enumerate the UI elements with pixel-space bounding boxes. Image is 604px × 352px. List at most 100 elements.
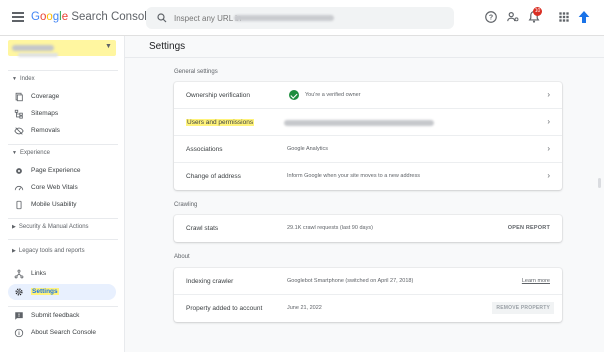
info-icon <box>14 328 24 338</box>
row-value: Inform Google when your site moves to a … <box>287 173 420 179</box>
sidebar: ▼ ▼ Index Coverage Sitemaps Removals ▼ Exp… <box>0 36 125 352</box>
row-value: You're a verified owner <box>305 92 361 98</box>
settings-row-associations[interactable]: Associations Google Analytics › <box>174 136 562 163</box>
settings-row-ownership[interactable]: Ownership verification You're a verified… <box>174 82 562 109</box>
section-label: Experience <box>19 150 50 156</box>
sitemap-icon <box>14 109 23 119</box>
divider <box>8 306 118 307</box>
speed-gauge-icon <box>14 185 24 191</box>
dropdown-arrow-icon: ▼ <box>105 43 112 50</box>
scrollbar-thumb[interactable] <box>598 178 601 188</box>
chevron-down-icon: ▼ <box>12 150 17 156</box>
sidebar-item-removals[interactable]: Removals <box>8 123 116 139</box>
smartphone-icon <box>16 200 22 210</box>
divider <box>8 70 118 71</box>
manage-accounts-icon[interactable] <box>506 10 520 24</box>
open-report-button[interactable]: OPEN REPORT <box>508 225 550 231</box>
sidebar-item-coverage[interactable]: Coverage <box>8 89 116 105</box>
removals-icon <box>14 127 24 135</box>
sidebar-item-links[interactable]: Links <box>8 266 116 282</box>
row-label: Crawl stats <box>186 225 219 232</box>
chevron-right-icon: › <box>547 144 550 153</box>
row-label: Users and permissions <box>186 119 255 126</box>
page-title: Settings <box>149 41 186 52</box>
row-value: Google Analytics <box>287 146 328 152</box>
row-value: June 21, 2022 <box>287 305 322 311</box>
menu-icon[interactable] <box>12 12 24 22</box>
sidebar-item-about[interactable]: About Search Console <box>8 325 116 341</box>
feedback-icon <box>15 312 23 320</box>
chevron-right-icon: › <box>547 117 550 126</box>
help-icon[interactable]: ? <box>484 10 498 24</box>
sidebar-item-label: Sitemaps <box>31 110 59 117</box>
sidebar-item-label: Links <box>31 270 47 277</box>
section-security-manual-actions[interactable]: ▶ Security & Manual Actions <box>12 224 89 230</box>
logo-letter: G <box>31 11 40 23</box>
sidebar-item-settings[interactable]: Settings <box>8 284 116 300</box>
sidebar-item-label: Core Web Vitals <box>31 184 78 191</box>
crawling-card: Crawl stats 29.1K crawl requests (last 9… <box>174 215 562 242</box>
top-app-bar: Google Search Console ? 10 <box>0 0 604 36</box>
remove-property-button[interactable]: REMOVE PROPERTY <box>492 302 554 314</box>
divider <box>125 57 604 58</box>
verified-check-icon <box>289 90 299 100</box>
sidebar-item-label: About Search Console <box>31 329 97 336</box>
chevron-right-icon: ▶ <box>12 224 16 230</box>
row-label: Property added to account <box>186 305 263 312</box>
coverage-icon <box>15 92 23 102</box>
row-label: Change of address <box>186 173 241 180</box>
chevron-right-icon: ▶ <box>12 248 16 254</box>
sidebar-item-sitemaps[interactable]: Sitemaps <box>8 106 116 122</box>
product-name: Search Console <box>71 11 154 23</box>
row-label: Associations <box>186 146 223 153</box>
links-icon <box>14 269 24 279</box>
logo-letter: e <box>61 11 69 23</box>
section-label: Security & Manual Actions <box>18 224 89 230</box>
divider <box>8 218 118 219</box>
sidebar-item-label: Mobile Usability <box>31 201 77 208</box>
row-label: Indexing crawler <box>186 278 234 285</box>
row-value: 29.1K crawl requests (last 90 days) <box>287 225 373 231</box>
sidebar-item-submit-feedback[interactable]: Submit feedback <box>8 308 116 324</box>
sidebar-item-core-web-vitals[interactable]: Core Web Vitals <box>8 180 116 196</box>
section-label: Legacy tools and reports <box>18 248 85 254</box>
section-label: Index <box>19 76 35 82</box>
section-label-general: General settings <box>174 69 218 75</box>
sidebar-item-label: Settings <box>31 288 59 295</box>
learn-more-link[interactable]: Learn more <box>522 278 550 284</box>
divider <box>8 239 118 240</box>
app-logo[interactable]: Google Search Console <box>31 11 153 23</box>
section-index[interactable]: ▼ Index <box>12 76 35 82</box>
sidebar-item-label: Removals <box>31 127 60 134</box>
redacted-users-value <box>284 120 434 126</box>
redacted-property-url <box>234 15 334 21</box>
redacted-property-name <box>12 45 54 51</box>
page-experience-icon <box>16 168 22 174</box>
sidebar-item-label: Page Experience <box>31 167 81 174</box>
section-legacy-tools[interactable]: ▶ Legacy tools and reports <box>12 248 85 254</box>
settings-row-indexing-crawler: Indexing crawler Googlebot Smartphone (s… <box>174 268 562 295</box>
section-label-crawling: Crawling <box>174 202 198 208</box>
chevron-right-icon: › <box>547 171 550 180</box>
chevron-down-icon: ▼ <box>12 76 17 82</box>
sidebar-item-mobile-usability[interactable]: Mobile Usability <box>8 197 116 213</box>
arrow-up-icon[interactable] <box>576 8 592 26</box>
section-experience[interactable]: ▼ Experience <box>12 150 50 156</box>
about-card: Indexing crawler Googlebot Smartphone (s… <box>174 268 562 322</box>
chevron-right-icon: › <box>547 90 550 99</box>
sidebar-item-label: Submit feedback <box>31 312 80 319</box>
settings-row-users-permissions[interactable]: Users and permissions › <box>174 109 562 136</box>
settings-row-crawl-stats[interactable]: Crawl stats 29.1K crawl requests (last 9… <box>174 215 562 242</box>
settings-row-change-of-address[interactable]: Change of address Inform Google when you… <box>174 163 562 190</box>
sidebar-item-label: Coverage <box>31 93 60 100</box>
divider <box>8 144 118 145</box>
general-settings-card: Ownership verification You're a verified… <box>174 82 562 190</box>
section-label-about: About <box>174 254 190 260</box>
gear-icon <box>15 288 23 296</box>
redacted-overview-item <box>18 53 58 57</box>
row-label: Ownership verification <box>186 92 250 99</box>
apps-grid-icon[interactable] <box>557 10 571 24</box>
url-inspection-search[interactable] <box>146 7 454 29</box>
sidebar-item-page-experience[interactable]: Page Experience <box>8 163 116 179</box>
notification-count-badge: 10 <box>533 7 542 16</box>
